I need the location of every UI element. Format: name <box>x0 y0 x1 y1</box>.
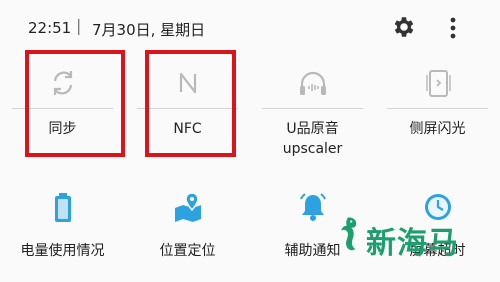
clock-time: 22:51 <box>28 19 72 37</box>
highlight-box-nfc <box>145 50 236 157</box>
bell-icon <box>296 190 330 224</box>
tile-label: 侧屏闪光 <box>409 121 466 137</box>
highlight-box-sync <box>25 50 125 157</box>
location-icon <box>171 190 205 224</box>
status-date: 7月30日, 星期日 <box>92 21 206 39</box>
tile-label: 电量使用情况 <box>20 243 105 259</box>
tile-upscaler[interactable]: U品原音 upscaler <box>250 56 375 191</box>
battery-icon <box>46 190 80 224</box>
tile-label-line1: U品原音 <box>286 121 339 137</box>
tile-divider <box>387 108 488 109</box>
watermark-logo: 新海马 <box>330 210 490 270</box>
tile-label-line2: upscaler <box>282 141 343 157</box>
status-bar: 22:51 | 7月30日, 星期日 <box>0 0 500 56</box>
edge-lighting-icon <box>421 66 455 100</box>
watermark-text: 新海马 <box>366 226 459 261</box>
headphones-icon <box>296 66 330 100</box>
status-separator: | <box>76 16 82 35</box>
seahorse-icon <box>341 217 357 251</box>
tile-battery[interactable]: 电量使用情况 <box>0 180 125 280</box>
more-vert-icon[interactable] <box>446 16 460 40</box>
gear-icon[interactable] <box>391 14 417 40</box>
tile-location[interactable]: 位置定位 <box>125 180 250 280</box>
tile-divider <box>262 108 363 109</box>
tile-edge-lighting[interactable]: 侧屏闪光 <box>375 56 500 191</box>
tile-label: 位置定位 <box>159 243 216 259</box>
